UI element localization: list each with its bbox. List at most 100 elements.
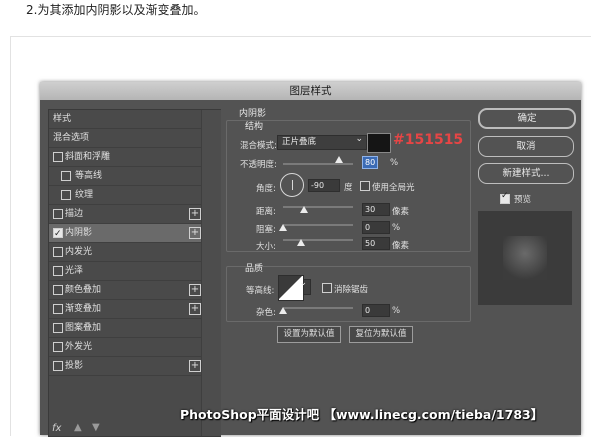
choke-slider-track[interactable] (283, 224, 353, 226)
add-instance-plus-icon[interactable]: + (189, 360, 201, 372)
style-item-label: 光泽 (65, 266, 84, 276)
angle-dial[interactable] (280, 173, 304, 197)
watermark: PhotoShop平面设计吧 【www.linecg.com/tieba/178… (180, 407, 544, 422)
quality-title: 品质 (245, 264, 264, 274)
size-slider-thumb[interactable] (297, 239, 305, 246)
style-checkbox[interactable] (53, 304, 63, 314)
noise-slider-track[interactable] (283, 307, 353, 309)
opacity-input[interactable]: 80 (362, 156, 378, 169)
style-list-item[interactable]: 光泽 (49, 262, 201, 281)
move-up-arrow-icon[interactable]: ▲ (74, 422, 82, 433)
preview-thumbnail (503, 236, 547, 280)
style-checkbox[interactable] (61, 190, 71, 200)
style-item-label: 图案叠加 (65, 323, 102, 333)
noise-input[interactable]: 0 (362, 304, 390, 317)
style-item-label: 描边 (65, 209, 84, 219)
distance-slider-track[interactable] (283, 206, 353, 208)
noise-unit: % (392, 306, 401, 316)
style-list-scrollbar[interactable] (201, 110, 221, 436)
structure-title: 结构 (245, 122, 264, 132)
style-list-item[interactable]: 外发光 (49, 338, 201, 357)
style-list-item[interactable]: 内发光 (49, 243, 201, 262)
size-unit: 像素 (392, 241, 410, 251)
style-checkbox[interactable] (61, 171, 71, 181)
style-checkbox[interactable] (53, 285, 63, 295)
add-instance-plus-icon[interactable]: + (189, 284, 201, 296)
anti-alias-checkbox[interactable] (322, 283, 332, 293)
style-checkbox[interactable] (53, 225, 63, 243)
blend-mode-label: 混合模式: (240, 141, 277, 151)
opacity-slider-thumb[interactable] (335, 156, 343, 163)
style-checkbox[interactable] (53, 323, 63, 333)
style-item-label: 样式 (53, 114, 72, 124)
tutorial-caption: 2.为其添加内阴影以及渐变叠加。 (26, 3, 206, 17)
style-checkbox[interactable] (53, 209, 63, 219)
choke-label: 阻塞: (256, 225, 276, 235)
set-default-button[interactable]: 设置为默认值 (277, 326, 341, 343)
noise-label: 杂色: (256, 308, 276, 318)
distance-input[interactable]: 30 (362, 203, 390, 216)
style-list-item[interactable]: 斜面和浮雕 (49, 148, 201, 167)
shadow-color-swatch[interactable] (367, 133, 391, 153)
choke-unit: % (392, 223, 401, 233)
style-checkbox[interactable] (53, 247, 63, 257)
distance-slider-thumb[interactable] (300, 206, 308, 213)
style-list-item[interactable]: 颜色叠加 + (49, 281, 201, 300)
color-annotation: #151515 (393, 132, 464, 148)
distance-label: 距离: (256, 207, 276, 217)
style-list: 样式混合选项斜面和浮雕等高线纹理描边 + 内阴影 + 内发光光泽颜色叠加 + 渐变叠加 + 图案… (48, 109, 221, 437)
angle-needle (292, 180, 293, 190)
style-checkbox[interactable] (53, 266, 63, 276)
style-item-label: 颜色叠加 (65, 285, 102, 295)
opacity-slider-track[interactable] (283, 163, 353, 165)
fx-menu-button[interactable]: fx (52, 423, 61, 434)
style-list-item[interactable]: 等高线 (49, 167, 201, 186)
style-item-label: 内发光 (65, 247, 93, 257)
contour-label: 等高线: (246, 286, 275, 296)
style-item-label: 外发光 (65, 342, 93, 352)
choke-slider-thumb[interactable] (279, 224, 287, 231)
add-instance-plus-icon[interactable]: + (189, 227, 201, 239)
style-list-item[interactable]: 纹理 (49, 186, 201, 205)
size-slider-track[interactable] (283, 239, 353, 241)
preview-checkbox[interactable] (500, 191, 510, 204)
style-item-label: 斜面和浮雕 (65, 152, 111, 162)
move-down-arrow-icon[interactable]: ▼ (92, 422, 100, 433)
style-checkbox[interactable] (53, 361, 63, 371)
style-item-label: 等高线 (75, 171, 103, 181)
preview-label: 预览 (514, 195, 532, 205)
style-list-item[interactable]: 内阴影 + (49, 224, 201, 243)
angle-input[interactable]: -90 (308, 179, 340, 192)
blend-mode-select[interactable]: 正片叠底 (277, 133, 367, 150)
anti-alias-label: 消除锯齿 (334, 285, 369, 295)
global-light-checkbox[interactable] (360, 181, 370, 191)
preview-area (478, 211, 572, 305)
reset-default-button[interactable]: 复位为默认值 (349, 326, 413, 343)
inner-shadow-title: 内阴影 (239, 109, 267, 119)
opacity-unit: % (390, 158, 399, 168)
angle-unit: 度 (344, 183, 353, 193)
ok-button[interactable]: 确定 (478, 108, 576, 129)
size-label: 大小: (256, 242, 276, 252)
style-list-item[interactable]: 描边 + (49, 205, 201, 224)
style-list-item[interactable]: 图案叠加 (49, 319, 201, 338)
new-style-button[interactable]: 新建样式... (478, 163, 574, 184)
contour-dropdown[interactable] (299, 277, 311, 295)
dialog-title[interactable]: 图层样式 (40, 82, 581, 100)
distance-unit: 像素 (392, 207, 410, 217)
size-input[interactable]: 50 (362, 237, 390, 250)
style-item-label: 内阴影 (65, 228, 93, 238)
style-list-item[interactable]: 混合选项 (49, 129, 201, 148)
style-list-item[interactable]: 样式 (49, 110, 201, 129)
style-item-label: 纹理 (75, 190, 94, 200)
cancel-button[interactable]: 取消 (478, 136, 574, 157)
add-instance-plus-icon[interactable]: + (189, 208, 201, 220)
style-checkbox[interactable] (53, 152, 63, 162)
style-checkbox[interactable] (53, 342, 63, 352)
noise-slider-thumb[interactable] (279, 307, 287, 314)
style-list-item[interactable]: 投影 + (49, 357, 201, 376)
style-list-item[interactable]: 渐变叠加 + (49, 300, 201, 319)
choke-input[interactable]: 0 (362, 221, 390, 234)
global-light-label: 使用全局光 (372, 183, 415, 193)
add-instance-plus-icon[interactable]: + (189, 303, 201, 315)
